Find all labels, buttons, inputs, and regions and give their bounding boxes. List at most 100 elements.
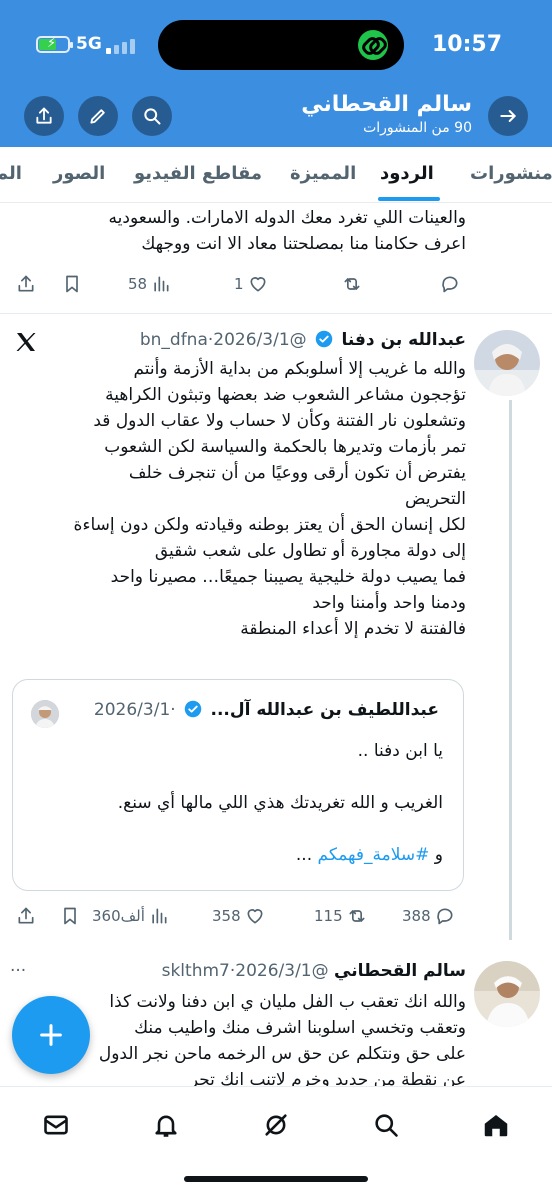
tweet-line: والعينات اللي تغرد معك الدوله الامارات. … [108, 208, 466, 228]
tweet-line: ودمنا واحد وأمننا واحد [312, 593, 466, 613]
avatar[interactable] [474, 961, 540, 1027]
search-icon [144, 108, 161, 125]
messages-icon [44, 1115, 68, 1135]
nav-notifications[interactable] [148, 1107, 184, 1143]
tab-videos[interactable]: مقاطع الفيديو [134, 163, 262, 184]
retweet-action[interactable] [342, 271, 362, 297]
tweet-line: التحريض [405, 489, 466, 509]
replies-count: 388 [402, 907, 431, 925]
tab-photos[interactable]: الصور [53, 163, 105, 184]
edit-button[interactable] [78, 96, 118, 136]
profile-name: سالم القحطاني [301, 92, 472, 117]
tweet-line: عن نقطة من جديد وخرم لاتنب انك تجر [189, 1070, 466, 1086]
back-button[interactable] [488, 96, 528, 136]
bottom-nav [0, 1086, 552, 1200]
author-name[interactable]: عبدالله بن دفنا [341, 330, 466, 350]
tweet-line: اعرف حكامنا منا بمصلحتنا معاد الا انت وو… [141, 234, 466, 254]
tweet-header: سالم القحطاني @sklthm7·2026/3/1 [161, 961, 466, 981]
retweet-action[interactable]: 115 [314, 903, 367, 929]
tweet-date[interactable]: 2026/3/1 [213, 330, 289, 350]
reply-action[interactable]: 388 [402, 903, 455, 929]
home-indicator [184, 1176, 368, 1182]
quote-date: 2026/3/1 [93, 700, 171, 720]
quote-body: يا ابن دفنا .. الغريب و الله تغريدتك هذي… [33, 738, 443, 868]
posts-count: 90 من المنشورات [363, 120, 472, 136]
tweet-line: تؤججون مشاعر الشعوب ضد بعضها وتبثون الكر… [105, 385, 466, 405]
profile-tabs: منشورات الردود المميزة مقاطع الفيديو الص… [0, 147, 552, 203]
likes-count: 358 [212, 907, 241, 925]
reply-icon [442, 276, 458, 293]
reply-action[interactable] [440, 271, 460, 297]
bookmark-icon [66, 275, 78, 293]
nav-search[interactable] [368, 1107, 404, 1143]
tab-posts[interactable]: منشورات [470, 163, 552, 184]
bookmark-action[interactable] [60, 903, 80, 929]
quoted-tweet[interactable]: عبداللطيف بن عبدالله آل... ·2026/3/1 يا … [12, 679, 464, 891]
x-logo-icon [14, 330, 40, 356]
tab-highlights[interactable]: المميزة [290, 163, 356, 184]
avatar-image [474, 961, 540, 1027]
tweet-line: فالفتنة لا تخدم إلا أعداء المنطقة [240, 619, 466, 639]
quote-author-name: عبداللطيف بن عبدالله آل... [210, 700, 440, 720]
like-action[interactable]: 358 [212, 903, 265, 929]
reply-icon [436, 908, 453, 925]
quote-line: الغريب و الله تغريدتك هذي اللي مالها أي … [117, 793, 443, 813]
tab-replies[interactable]: الردود [380, 163, 434, 184]
edit-icon [90, 109, 105, 124]
verified-badge-icon [315, 330, 333, 348]
nav-messages[interactable] [38, 1107, 74, 1143]
tweet-line: وتشعلون نار الفتنة وكأن لا حساب ولا عقاب… [93, 411, 466, 431]
tab-likes[interactable]: المفضلة [0, 163, 22, 184]
status-time: 10:57 [431, 32, 502, 57]
tweet-line: لكل إنسان الحق أن يعتز بوطنه وقيادته ولك… [73, 515, 466, 535]
views-action[interactable]: 58 [128, 271, 171, 297]
signal-icon [106, 38, 136, 54]
share-button[interactable] [24, 96, 64, 136]
tweet-line: يفترض أن تكون أرقى ووعيًا من أن تنجرف خل… [128, 463, 466, 483]
retweets-count: 115 [314, 907, 343, 925]
tweet-partial[interactable]: والعينات اللي تغرد معك الدوله الامارات. … [0, 203, 552, 315]
compose-button[interactable] [12, 996, 90, 1074]
profile-header: ⚡ 5G 10:57 سالم القحطاني 90 من المنشورات [0, 0, 552, 147]
views-icon [154, 276, 169, 292]
dynamic-island [158, 20, 404, 70]
nav-home[interactable] [478, 1107, 514, 1143]
share-action[interactable] [16, 271, 36, 297]
author-name[interactable]: سالم القحطاني [334, 961, 466, 981]
quote-avatar [31, 700, 59, 728]
search-button[interactable] [132, 96, 172, 136]
views-count: 58 [128, 275, 148, 293]
tweet-line: فما يصيب دولة خليجية يصيبنا جميعًا… مصير… [110, 567, 466, 587]
tweet-header: عبدالله بن دفنا @bn_dfna·2026/3/1 [139, 330, 466, 350]
share-icon [18, 907, 34, 924]
views-count: 360ألف [92, 907, 145, 925]
notifications-icon [155, 1115, 177, 1137]
hashtag-link[interactable]: #سلامة_فهمكم [318, 845, 430, 865]
bookmark-icon [64, 907, 76, 925]
battery-icon: ⚡ [36, 36, 73, 53]
tweet-line: والله ما غريب إلا أسلوبكم من بداية الأزم… [133, 359, 466, 379]
heart-icon [247, 909, 263, 924]
verified-badge-icon [184, 700, 202, 718]
more-options-icon[interactable]: ··· [10, 961, 26, 981]
likes-count: 1 [234, 275, 244, 293]
retweet-icon [349, 910, 365, 922]
avatar[interactable] [474, 330, 540, 396]
quote-header: عبداللطيف بن عبدالله آل... ·2026/3/1 [93, 700, 440, 720]
like-action[interactable]: 1 [234, 271, 268, 297]
status-bar: ⚡ 5G 10:57 [0, 0, 552, 90]
bookmark-action[interactable] [62, 271, 82, 297]
replies-feed: والعينات اللي تغرد معك الدوله الامارات. … [0, 203, 552, 1086]
home-icon [484, 1115, 508, 1137]
heart-icon [250, 277, 266, 292]
share-action[interactable] [16, 903, 36, 929]
tweet-date[interactable]: 2026/3/1 [235, 961, 311, 981]
retweet-icon [344, 278, 360, 290]
views-icon [152, 908, 167, 924]
tweet-body: والله ما غريب إلا أسلوبكم من بداية الأزم… [6, 356, 466, 642]
views-action[interactable]: 360ألف [92, 903, 169, 929]
tweet-line: إلى دولة مجاورة أو تطاول على شعب شقيق [154, 541, 466, 561]
share-icon [36, 107, 52, 124]
nav-grok[interactable] [258, 1107, 294, 1143]
tweet-line: تمر بأزمات وتديرها بالحكمة والسياسة لكن … [104, 437, 466, 457]
